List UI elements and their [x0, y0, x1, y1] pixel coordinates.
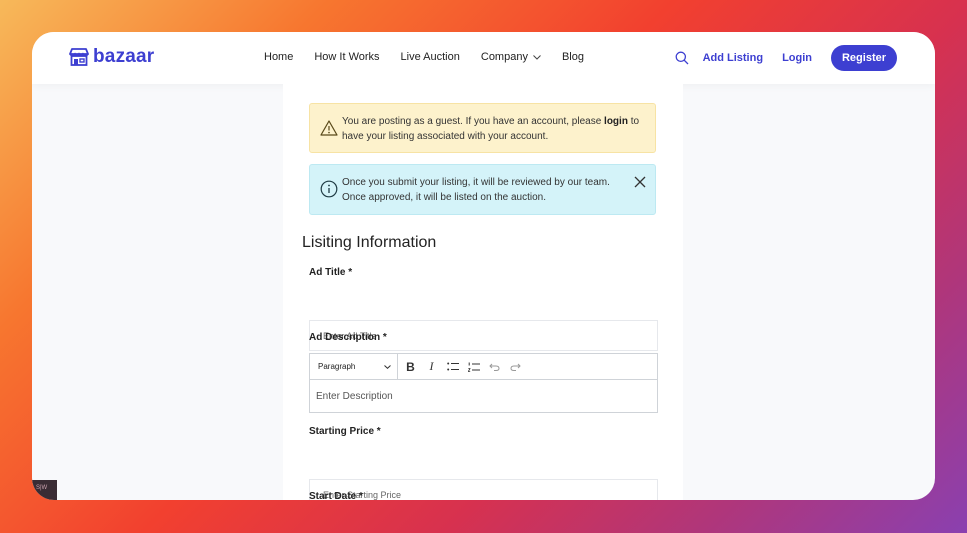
nav-link-company-label: Company [480, 51, 528, 63]
login-inline-link[interactable]: login [604, 116, 628, 127]
bazaar-logo[interactable]: bazaar [69, 46, 154, 68]
italic-button[interactable]: I [421, 354, 442, 379]
nav-link-blog[interactable]: Blog [562, 51, 584, 63]
numbered-list-icon[interactable] [463, 354, 484, 379]
login-link[interactable]: Login [782, 52, 812, 64]
browser-window: bazaar Home How It Works Live Auction Co… [32, 32, 935, 500]
corner-thumbnail-text: S|W [36, 485, 48, 491]
editor-toolbar: Paragraph B I [310, 354, 657, 380]
description-input[interactable]: Enter Description [310, 380, 657, 413]
warning-triangle-icon [320, 120, 338, 139]
ad-title-label: Ad Title * [309, 267, 353, 278]
nav-link-how-it-works[interactable]: How It Works [314, 51, 379, 63]
warning-text-start: You are posting as a guest. If you have … [342, 116, 605, 127]
nav-links: Home How It Works Live Auction Company B… [264, 51, 605, 63]
review-info-alert: Once you submit your listing, it will be… [309, 164, 656, 215]
redo-icon[interactable] [505, 354, 526, 379]
corner-thumbnail[interactable]: S|W [32, 480, 57, 500]
logo-text: bazaar [93, 46, 155, 67]
listing-form-card: You are posting as a guest. If you have … [283, 84, 683, 500]
nav-link-live-auction[interactable]: Live Auction [401, 51, 460, 63]
nav-link-home[interactable]: Home [264, 51, 293, 63]
bold-button[interactable]: B [400, 354, 421, 379]
bullet-list-icon[interactable] [442, 354, 463, 379]
register-button[interactable]: Register [831, 45, 897, 71]
close-icon[interactable] [634, 176, 646, 191]
paragraph-select-label: Paragraph [318, 362, 356, 371]
guest-warning-text: You are posting as a guest. If you have … [342, 114, 647, 144]
info-circle-icon [320, 180, 338, 201]
starting-price-label: Starting Price * [309, 426, 381, 437]
ad-description-label: Ad Description * [309, 332, 387, 343]
description-editor: Paragraph B I Enter Description [309, 353, 658, 413]
start-date-label: Start Date * [309, 491, 363, 500]
nav-actions: Add Listing Login Register [675, 45, 897, 71]
top-navbar: bazaar Home How It Works Live Auction Co… [32, 32, 935, 84]
search-icon[interactable] [675, 51, 689, 65]
undo-icon[interactable] [484, 354, 505, 379]
section-title: Lisiting Information [302, 234, 437, 251]
chevron-down-icon [384, 364, 391, 369]
nav-link-company[interactable]: Company [481, 51, 541, 63]
chevron-down-icon [533, 54, 541, 60]
review-info-text: Once you submit your listing, it will be… [342, 177, 610, 203]
guest-warning-alert: You are posting as a guest. If you have … [309, 103, 656, 153]
storefront-logo-icon [69, 48, 89, 66]
add-listing-link[interactable]: Add Listing [703, 52, 764, 64]
paragraph-select[interactable]: Paragraph [310, 354, 398, 379]
